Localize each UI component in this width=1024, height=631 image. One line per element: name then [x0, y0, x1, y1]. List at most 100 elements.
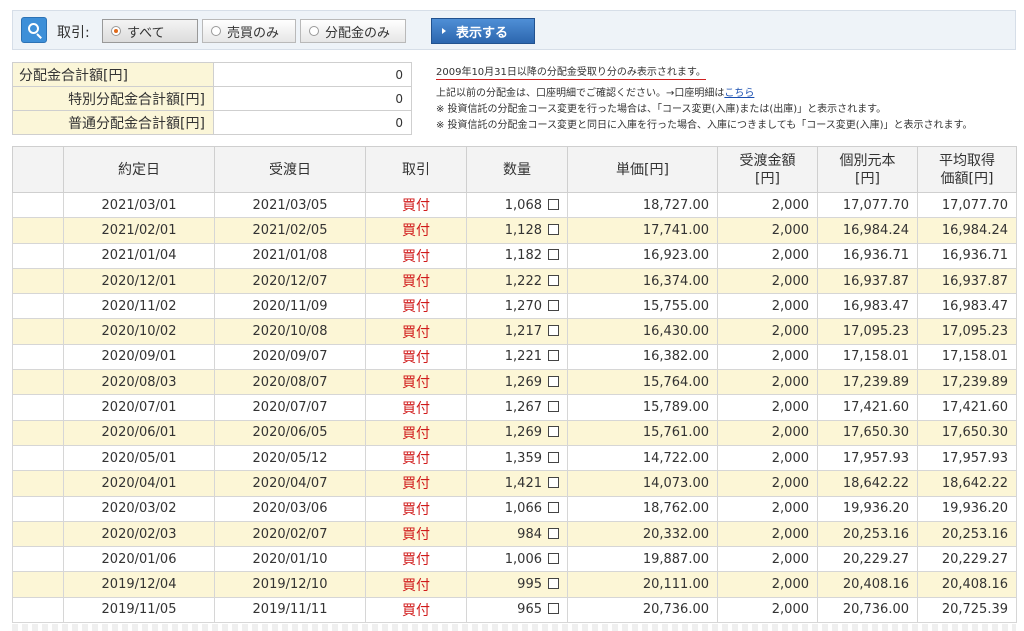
- note-line: ※ 投資信託の分配金コース変更を行った場合は、「コース変更(入庫)または(出庫)…: [436, 104, 887, 115]
- trade-type-cell: 買付: [365, 546, 467, 573]
- delivery-date-cell-text: 2020/04/07: [252, 475, 328, 491]
- contract-date-cell-text: 2020/11/02: [101, 298, 177, 314]
- checkbox-icon[interactable]: [548, 401, 559, 413]
- checkbox-icon[interactable]: [548, 223, 559, 235]
- quantity-cell: 1,221: [466, 343, 568, 371]
- table-row: 2020/08/03 2020/08/07 買付 1,269 15,764.00 2,00…: [12, 369, 1017, 396]
- delivery-date-cell-text: 2019/12/10: [252, 577, 328, 593]
- unit-price-cell: 16,374.00: [567, 267, 718, 295]
- delivery-date-cell-text: 2020/08/07: [252, 374, 328, 390]
- table-row: 2020/01/06 2020/01/10 買付 1,006 19,887.00 2,00…: [12, 546, 1017, 573]
- filter-bar: 取引: すべて 売買のみ 分配金のみ 表示する: [12, 10, 1016, 50]
- contract-date-cell: 2020/02/03: [63, 520, 215, 548]
- delivery-date-cell-text: 2020/12/07: [252, 273, 328, 289]
- delivery-date-cell: 2020/07/07: [214, 394, 366, 421]
- avg-price-cell: 17,077.70: [917, 191, 1017, 219]
- table-row: 2021/02/01 2021/02/05 買付 1,128 17,741.00 2,00…: [12, 217, 1017, 244]
- delivery-amount-cell: 2,000: [717, 394, 818, 421]
- principal-cell-text: 20,253.16: [842, 526, 909, 542]
- checkbox-icon[interactable]: [548, 198, 559, 210]
- contract-date-cell: 2020/04/01: [63, 470, 215, 497]
- checkbox-icon[interactable]: [548, 552, 559, 564]
- radio-all[interactable]: すべて: [102, 19, 198, 43]
- trade-type-cell-text: 買付: [402, 349, 430, 366]
- summary-row: 特別分配金合計額[円] 0: [12, 86, 412, 111]
- quantity-cell: 1,128: [466, 217, 568, 244]
- trade-type-header: 取引: [365, 146, 467, 193]
- contract-date-cell-text: 2020/04/01: [101, 475, 177, 491]
- show-button[interactable]: 表示する: [431, 18, 535, 44]
- table-row: 2020/02/03 2020/02/07 買付 984 20,332.00 2,000 2…: [12, 520, 1017, 548]
- checkbox-icon[interactable]: [548, 527, 559, 539]
- checkbox-icon[interactable]: [548, 502, 559, 514]
- play-arrow-icon: [442, 28, 446, 34]
- radio-distribution-only[interactable]: 分配金のみ: [300, 19, 406, 43]
- contract-date-cell: 2020/06/01: [63, 419, 215, 446]
- principal-cell-text: 16,984.24: [842, 222, 909, 238]
- avg-price-cell-text: 17,421.60: [941, 400, 1008, 416]
- quantity-cell: 1,269: [466, 369, 568, 396]
- checkbox-icon[interactable]: [548, 375, 559, 387]
- quantity-cell-text: 1,006: [504, 551, 542, 567]
- avg-price-cell: 17,957.93: [917, 444, 1017, 472]
- quantity-cell-text: 1,217: [504, 324, 542, 340]
- radio-trades-only[interactable]: 売買のみ: [202, 19, 296, 43]
- quantity-cell-text: 1,066: [504, 501, 542, 517]
- trade-type-cell: 買付: [365, 191, 467, 219]
- table-row: 2020/09/01 2020/09/07 買付 1,221 16,382.00 2,00…: [12, 343, 1017, 371]
- checkbox-icon[interactable]: [548, 476, 559, 488]
- checkbox-icon[interactable]: [548, 299, 559, 311]
- avg-price-cell: 18,642.22: [917, 470, 1017, 497]
- delivery-amount-cell-text: 2,000: [771, 374, 809, 390]
- contract-date-cell: 2019/12/04: [63, 571, 215, 598]
- contract-date-cell: 2019/11/05: [63, 596, 215, 624]
- delivery-amount-cell-text: 2,000: [771, 349, 809, 365]
- delivery-amount-cell: 2,000: [717, 242, 818, 269]
- trade-type-cell-text: 買付: [402, 602, 430, 619]
- checkbox-icon[interactable]: [548, 578, 559, 590]
- table-body: 2021/03/01 2021/03/05 買付 1,068 18,727.00 2,00…: [12, 191, 1017, 624]
- checkbox-icon[interactable]: [548, 350, 559, 362]
- delivery-date-cell-text: 2020/02/07: [252, 526, 328, 542]
- unit-price-cell: 20,736.00: [567, 596, 718, 624]
- delivery-date-cell: 2021/01/08: [214, 242, 366, 269]
- radio-all-label: すべて: [127, 25, 165, 41]
- transaction-table: 約定日 受渡日 取引 数量 単価[円] 受渡金額 [円] 個別元本 [円] 平均取得 価額[円…: [12, 146, 1017, 624]
- quantity-cell-text: 995: [517, 577, 542, 593]
- quantity-cell-text: 1,068: [504, 197, 542, 213]
- delivery-date-cell: 2019/11/11: [214, 596, 366, 624]
- contract-date-cell-text: 2020/08/03: [101, 374, 177, 390]
- checkbox-icon[interactable]: [548, 426, 559, 438]
- select-cell: [12, 293, 64, 320]
- contract-date-cell-text: 2020/01/06: [101, 551, 177, 567]
- checkbox-icon[interactable]: [548, 325, 559, 337]
- unit-price-cell: 16,923.00: [567, 242, 718, 269]
- delivery-amount-cell-text: 2,000: [771, 450, 809, 466]
- trade-type-cell: 買付: [365, 419, 467, 446]
- contract-date-cell-text: 2020/09/01: [101, 349, 177, 365]
- unit-price-cell-text: 17,741.00: [642, 222, 709, 238]
- search-icon[interactable]: [21, 17, 47, 43]
- principal-cell: 20,229.27: [817, 546, 918, 573]
- unit-price-cell-text: 20,111.00: [642, 577, 709, 593]
- trade-type-cell-text: 買付: [402, 198, 430, 215]
- delivery-amount-cell: 2,000: [717, 470, 818, 497]
- trade-type-cell: 買付: [365, 293, 467, 320]
- radio-dot-icon: [211, 26, 221, 36]
- trade-type-cell: 買付: [365, 318, 467, 345]
- delivery-date-cell: 2020/12/07: [214, 267, 366, 295]
- avg-price-cell-text: 17,650.30: [941, 425, 1008, 441]
- checkbox-icon[interactable]: [548, 249, 559, 261]
- unit-price-cell-text: 15,755.00: [642, 298, 709, 314]
- delivery-amount-cell: 2,000: [717, 293, 818, 320]
- summary-value: 0: [213, 86, 412, 111]
- summary-row: 分配金合計額[円] 0: [12, 62, 412, 87]
- avg-price-cell-text: 17,158.01: [941, 349, 1008, 365]
- checkbox-icon[interactable]: [548, 451, 559, 463]
- checkbox-icon[interactable]: [548, 603, 559, 615]
- avg-price-cell-text: 17,095.23: [941, 324, 1008, 340]
- account-statement-link[interactable]: こちら: [724, 88, 754, 99]
- checkbox-icon[interactable]: [548, 274, 559, 286]
- delivery-date-cell: 2019/12/10: [214, 571, 366, 598]
- unit-price-cell-text: 16,374.00: [642, 273, 709, 289]
